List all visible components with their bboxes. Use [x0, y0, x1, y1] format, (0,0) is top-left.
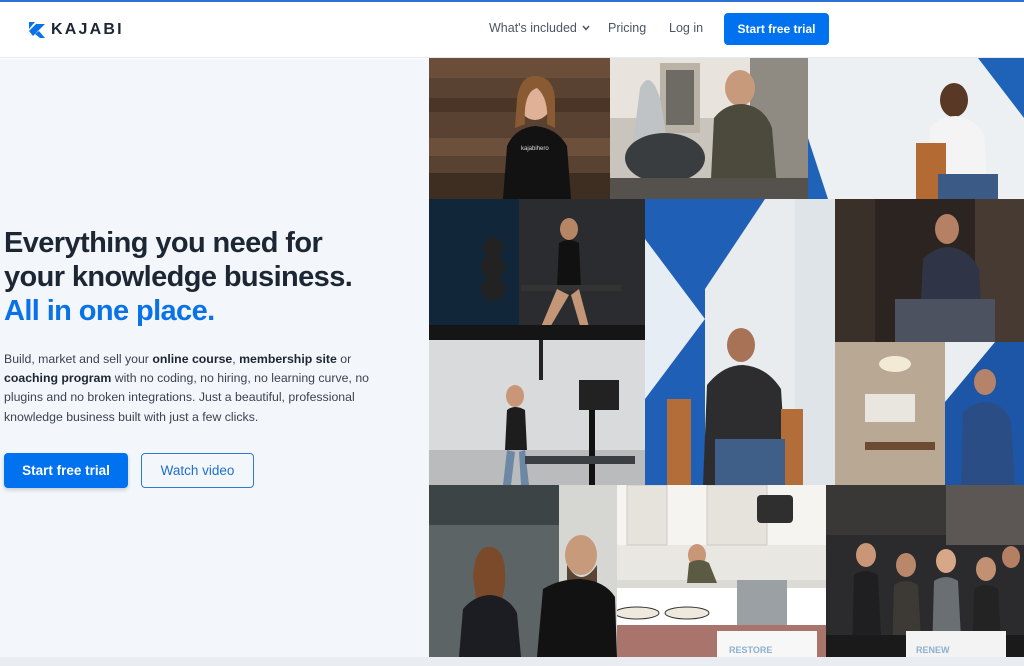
desc-membership-site: membership site [239, 352, 337, 366]
hero-description: Build, market and sell your online cours… [4, 350, 394, 427]
photo-man-seated-dark [835, 199, 1024, 342]
desc-part: Build, market and sell your [4, 352, 153, 366]
nav-whats-included[interactable]: What's included [489, 21, 590, 35]
hero-start-trial-button[interactable]: Start free trial [4, 453, 128, 488]
photo-two-people [429, 485, 617, 657]
watch-video-button[interactable]: Watch video [141, 453, 254, 488]
nav-pricing[interactable]: Pricing [608, 21, 646, 35]
hero-headline: Everything you need for your knowledge b… [4, 226, 353, 328]
photo-woman-studio [429, 340, 645, 485]
photo-man-white-shirt [808, 58, 1024, 199]
photo-kitchen: RESTORE [617, 485, 826, 657]
photo-man-blue-wall [645, 199, 835, 485]
kajabi-logo[interactable]: KAJABI [29, 21, 124, 39]
photo-audience: RENEW [826, 485, 1024, 657]
site-header: KAJABI What's included Pricing Log in St… [0, 2, 1024, 58]
footer-strip [0, 657, 1024, 666]
shirt-text: kajabihero [521, 146, 549, 152]
headline-line-1: Everything you need for [4, 227, 323, 259]
nav-whats-included-label: What's included [489, 21, 577, 35]
photo-mosaic: kajabihero RESTORE RENEW [429, 58, 1024, 657]
photo-man-motorcycle [610, 58, 808, 199]
photo-gym-woman [429, 199, 645, 340]
photo-woman-smiling: kajabihero [429, 58, 610, 199]
kajabi-logo-icon [29, 22, 45, 38]
desc-online-course: online course [152, 352, 233, 366]
header-start-trial-button[interactable]: Start free trial [724, 13, 829, 45]
headline-line-2: your knowledge business. [4, 261, 353, 293]
sign-renew: RENEW [916, 645, 950, 655]
headline-line-3: All in one place. [4, 295, 215, 327]
brand-name: KAJABI [51, 21, 124, 38]
chevron-down-icon [582, 25, 590, 31]
desc-part: or [336, 352, 352, 366]
nav-login[interactable]: Log in [669, 21, 703, 35]
desc-coaching-program: coaching program [4, 371, 112, 386]
photo-office-scene [835, 342, 1024, 485]
sign-restore: RESTORE [729, 645, 772, 655]
